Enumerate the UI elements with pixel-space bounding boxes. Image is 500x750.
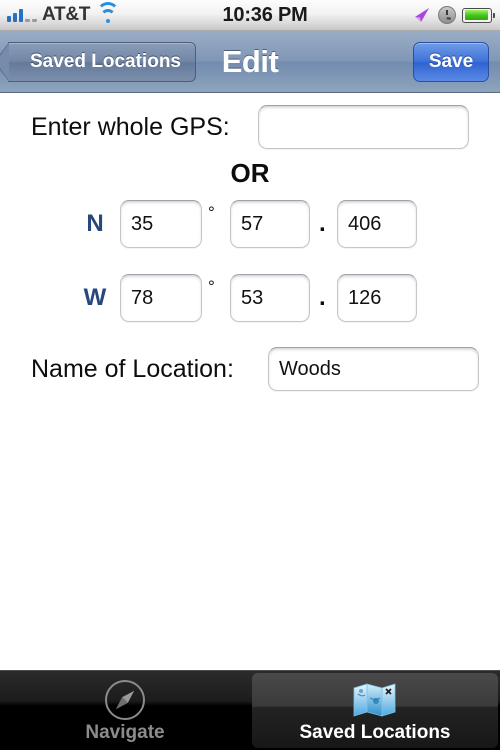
carrier-label: AT&T — [42, 4, 91, 25]
latitude-direction-label: N — [86, 210, 104, 237]
longitude-row: W 78 ° 53 . 126 — [0, 272, 500, 324]
whole-gps-label: Enter whole GPS: — [31, 112, 230, 141]
longitude-decimal-input[interactable]: 126 — [337, 274, 417, 322]
tab-saved-locations-label: Saved Locations — [299, 721, 451, 743]
location-name-label: Name of Location: — [31, 354, 234, 383]
tab-bar: Navigate Saved Locations — [0, 670, 500, 750]
status-bar: AT&T 10:36 PM — [0, 0, 500, 31]
back-button-saved-locations[interactable]: Saved Locations — [0, 42, 196, 82]
save-button[interactable]: Save — [413, 42, 489, 82]
save-button-label: Save — [428, 51, 474, 72]
edit-location-form: Enter whole GPS: OR N 35 ° 57 . 406 W 78… — [0, 93, 500, 670]
longitude-degree-symbol: ° — [208, 277, 215, 296]
status-bar-clock: 10:36 PM — [222, 3, 308, 26]
signal-bars-icon — [7, 8, 37, 22]
alarm-clock-icon — [438, 6, 456, 24]
map-icon — [352, 680, 398, 720]
status-bar-right — [412, 5, 500, 25]
latitude-minutes-input[interactable]: 57 — [230, 200, 310, 248]
latitude-row: N 35 ° 57 . 406 — [0, 198, 500, 250]
location-arrow-icon — [415, 8, 429, 22]
location-name-input[interactable]: Woods — [268, 347, 479, 391]
location-name-row: Name of Location: Woods — [0, 345, 500, 393]
or-divider-label: OR — [230, 158, 270, 188]
wifi-icon — [96, 1, 120, 23]
latitude-degree-symbol: ° — [208, 203, 215, 222]
whole-gps-row: Enter whole GPS: — [0, 103, 500, 151]
whole-gps-input[interactable] — [258, 105, 469, 149]
navigation-bar: Saved Locations Edit Save — [0, 31, 500, 93]
tab-navigate-label: Navigate — [85, 721, 165, 743]
tab-saved-locations[interactable]: Saved Locations — [250, 671, 500, 750]
status-bar-left: AT&T — [0, 1, 120, 26]
tab-navigate[interactable]: Navigate — [0, 671, 250, 750]
longitude-direction-label: W — [83, 284, 107, 311]
latitude-decimal-input[interactable]: 406 — [337, 200, 417, 248]
longitude-minutes-input[interactable]: 53 — [230, 274, 310, 322]
battery-icon — [462, 7, 495, 23]
latitude-degrees-input[interactable]: 35 — [120, 200, 202, 248]
back-button-label: Saved Locations — [30, 51, 181, 72]
compass-icon — [105, 679, 145, 720]
longitude-degrees-input[interactable]: 78 — [120, 274, 202, 322]
